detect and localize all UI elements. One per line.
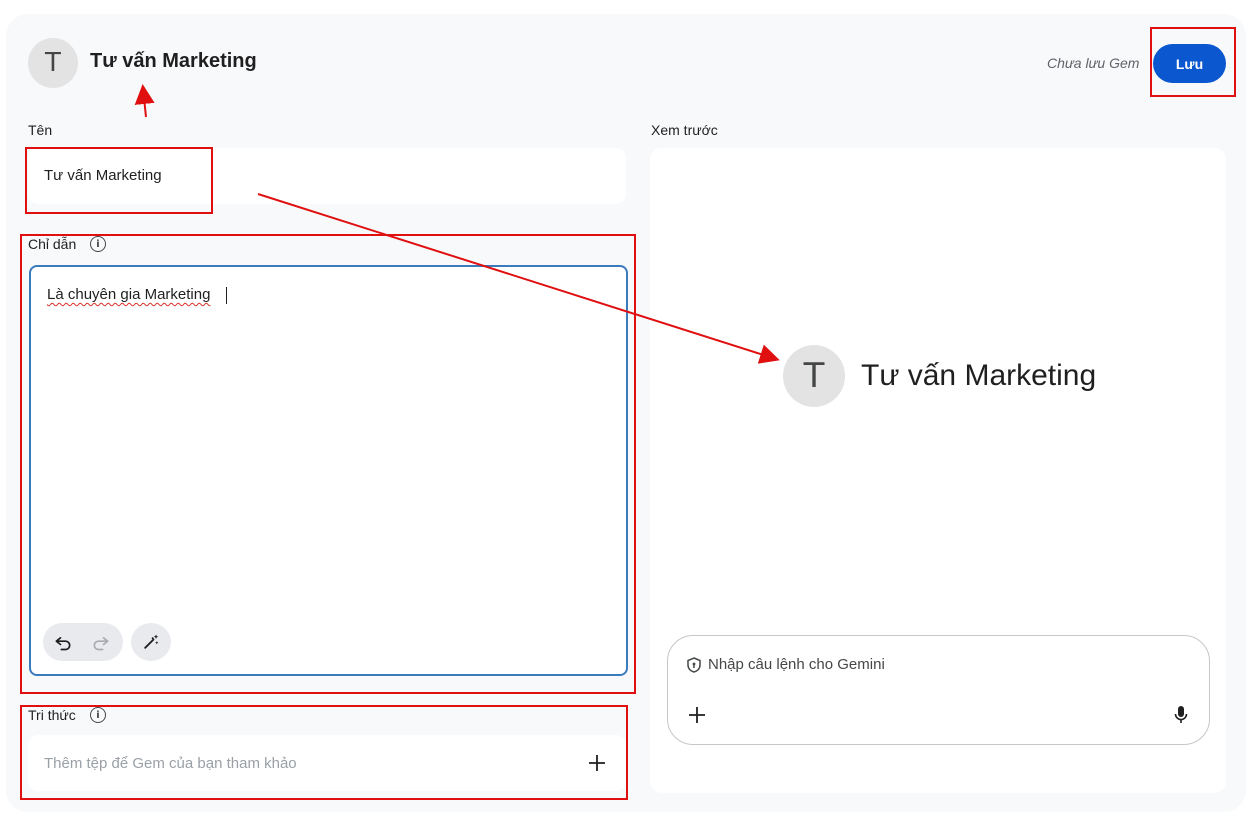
redo-icon[interactable] — [89, 630, 113, 654]
magic-rewrite-button[interactable] — [131, 623, 171, 661]
prompt-input[interactable]: Nhập câu lệnh cho Gemini — [667, 635, 1210, 745]
plus-icon[interactable] — [586, 752, 608, 774]
undo-redo-group — [43, 623, 123, 661]
mic-icon[interactable] — [1170, 704, 1192, 726]
save-status: Chưa lưu Gem — [1047, 55, 1140, 71]
name-label: Tên — [28, 122, 53, 138]
info-icon[interactable]: i — [90, 707, 106, 723]
name-field[interactable]: Tư vấn Marketing — [28, 148, 626, 204]
shield-icon — [686, 657, 702, 673]
knowledge-upload-field[interactable]: Thêm tệp để Gem của bạn tham khảo — [28, 735, 626, 791]
magic-wand-icon — [140, 631, 162, 653]
gem-avatar: T — [28, 38, 78, 88]
preview-title: Tư vấn Marketing — [861, 359, 1097, 392]
gem-title: Tư vấn Marketing — [90, 50, 257, 72]
instructions-textarea[interactable]: Là chuyên gia Marketing — [29, 265, 628, 676]
plus-icon[interactable] — [686, 704, 708, 726]
text-caret — [226, 287, 227, 304]
knowledge-label: Tri thức — [28, 707, 76, 723]
instructions-label: Chỉ dẫn — [28, 236, 77, 252]
preview-avatar: T — [783, 345, 845, 407]
save-button[interactable]: Lưu — [1153, 44, 1226, 83]
info-icon[interactable]: i — [90, 236, 106, 252]
name-field-value: Tư vấn Marketing — [44, 167, 162, 184]
undo-icon[interactable] — [51, 630, 75, 654]
instructions-value: Là chuyên gia Marketing — [47, 286, 211, 303]
prompt-placeholder: Nhập câu lệnh cho Gemini — [708, 656, 885, 673]
knowledge-placeholder: Thêm tệp để Gem của bạn tham khảo — [44, 755, 297, 772]
preview-panel: T Tư vấn Marketing Nhập câu lệnh cho Gem… — [650, 148, 1226, 793]
preview-label: Xem trước — [651, 122, 718, 138]
